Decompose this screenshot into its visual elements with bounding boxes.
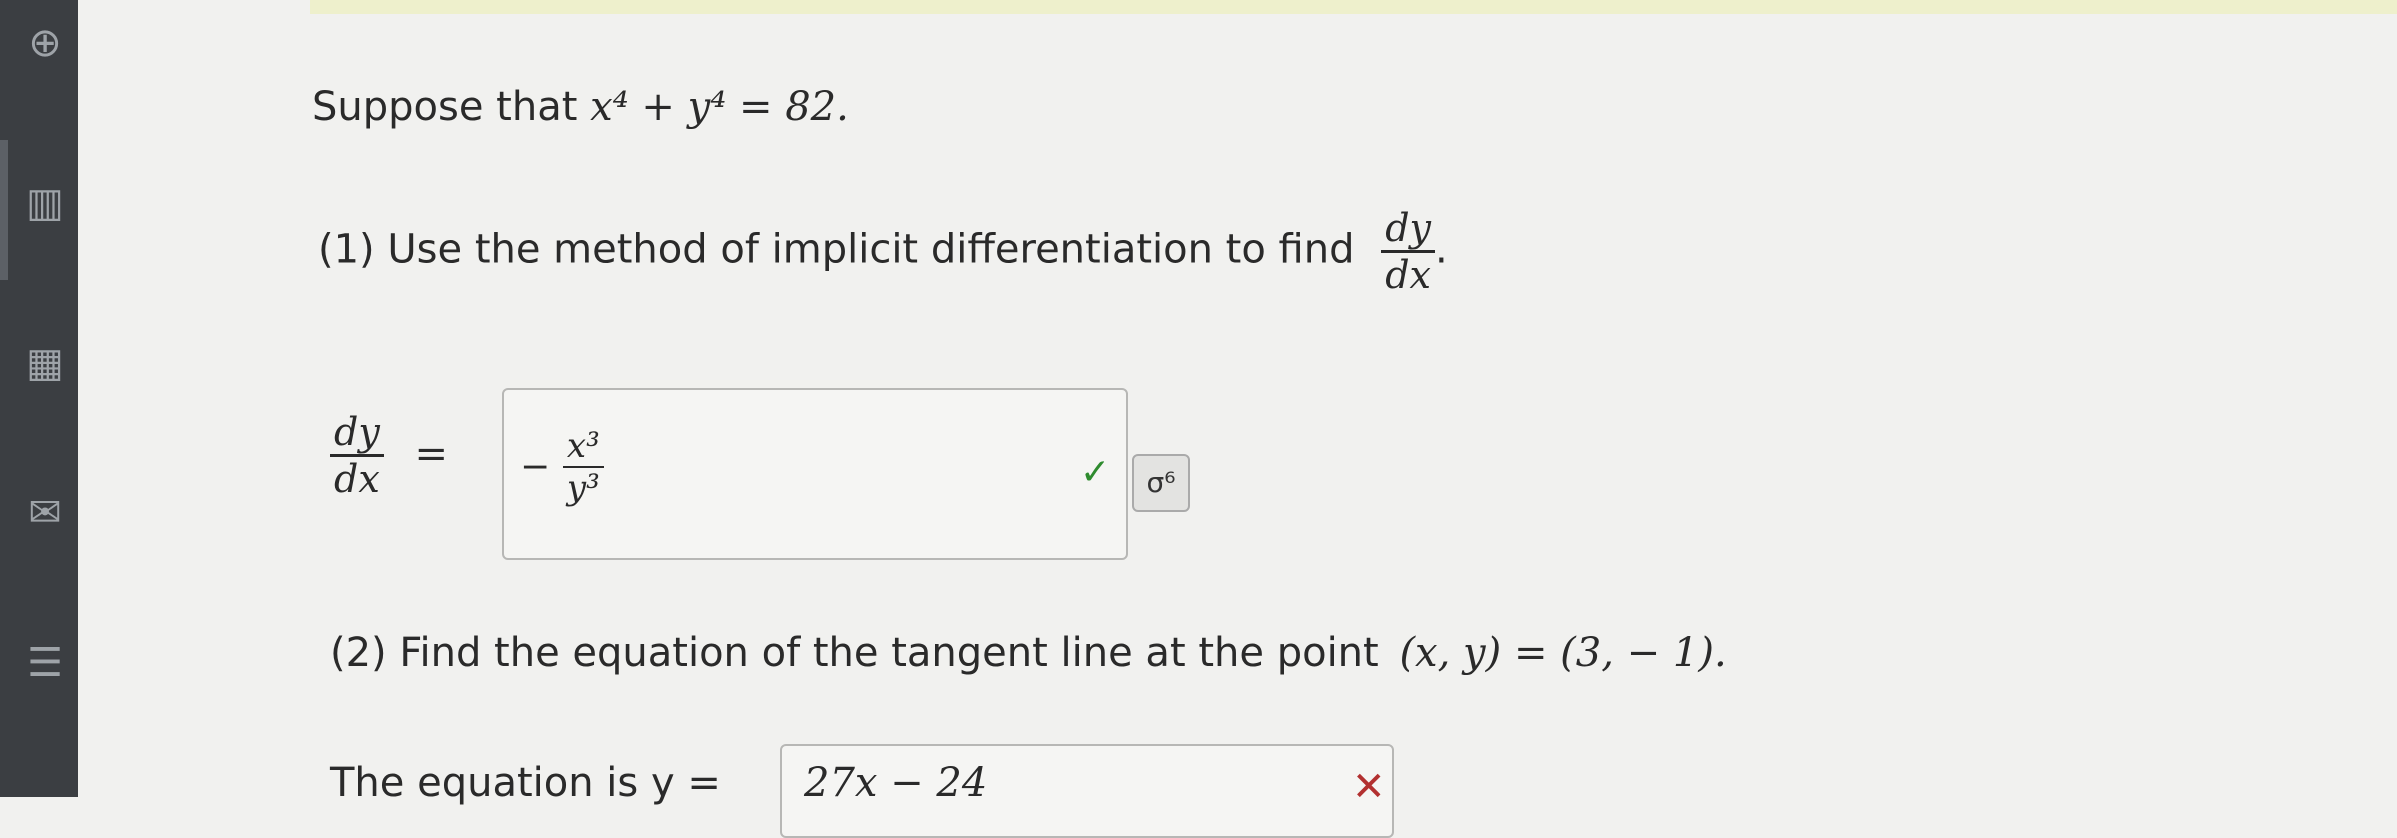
answer1-value: − x³ y³ <box>520 426 604 508</box>
part1-period: . <box>1435 226 1448 273</box>
answer1-input[interactable]: − x³ y³ <box>502 388 1128 560</box>
correct-check-icon: ✓ <box>1080 452 1111 493</box>
answer2-label: The equation is y = <box>330 760 721 806</box>
given-equation: x⁴ + y⁴ = 82. <box>590 84 849 130</box>
tangent-point: (x, y) = (3, − 1). <box>1399 630 1727 676</box>
part2-prompt: (2) Find the equation of the tangent lin… <box>330 630 1727 676</box>
statement-text: Suppose that <box>312 84 578 130</box>
answer1-denominator: y³ <box>562 466 604 508</box>
part1-derivative: dy dx <box>1381 206 1435 297</box>
problem-content: Suppose that x⁴ + y⁴ = 82. (1) Use the m… <box>0 0 2397 838</box>
part1-prompt: (1) Use the method of implicit different… <box>318 206 1448 297</box>
answer2-label-text: The equation is y = <box>330 760 721 806</box>
problem-statement: Suppose that x⁴ + y⁴ = 82. <box>312 84 849 130</box>
deriv-denominator: dx <box>1381 250 1435 297</box>
incorrect-x-icon: ✕ <box>1352 764 1386 810</box>
label-numerator: dy <box>334 410 380 454</box>
answer1-minus: − <box>520 446 551 488</box>
label-equals: = <box>414 430 449 477</box>
label-denominator: dx <box>330 454 384 501</box>
part2-text: (2) Find the equation of the tangent lin… <box>330 630 1379 676</box>
deriv-numerator: dy <box>1385 206 1431 250</box>
answer2-input[interactable]: 27x − 24 <box>780 744 1394 838</box>
answer1-fraction: x³ y³ <box>562 426 604 508</box>
symbol-palette-button[interactable]: σ⁶ <box>1132 454 1190 512</box>
answer1-label: dy dx = <box>330 410 448 501</box>
answer1-derivative-label: dy dx <box>330 410 384 501</box>
answer2-value: 27x − 24 <box>804 760 988 806</box>
answer1-numerator: x³ <box>566 426 600 466</box>
part1-text: (1) Use the method of implicit different… <box>318 226 1355 273</box>
